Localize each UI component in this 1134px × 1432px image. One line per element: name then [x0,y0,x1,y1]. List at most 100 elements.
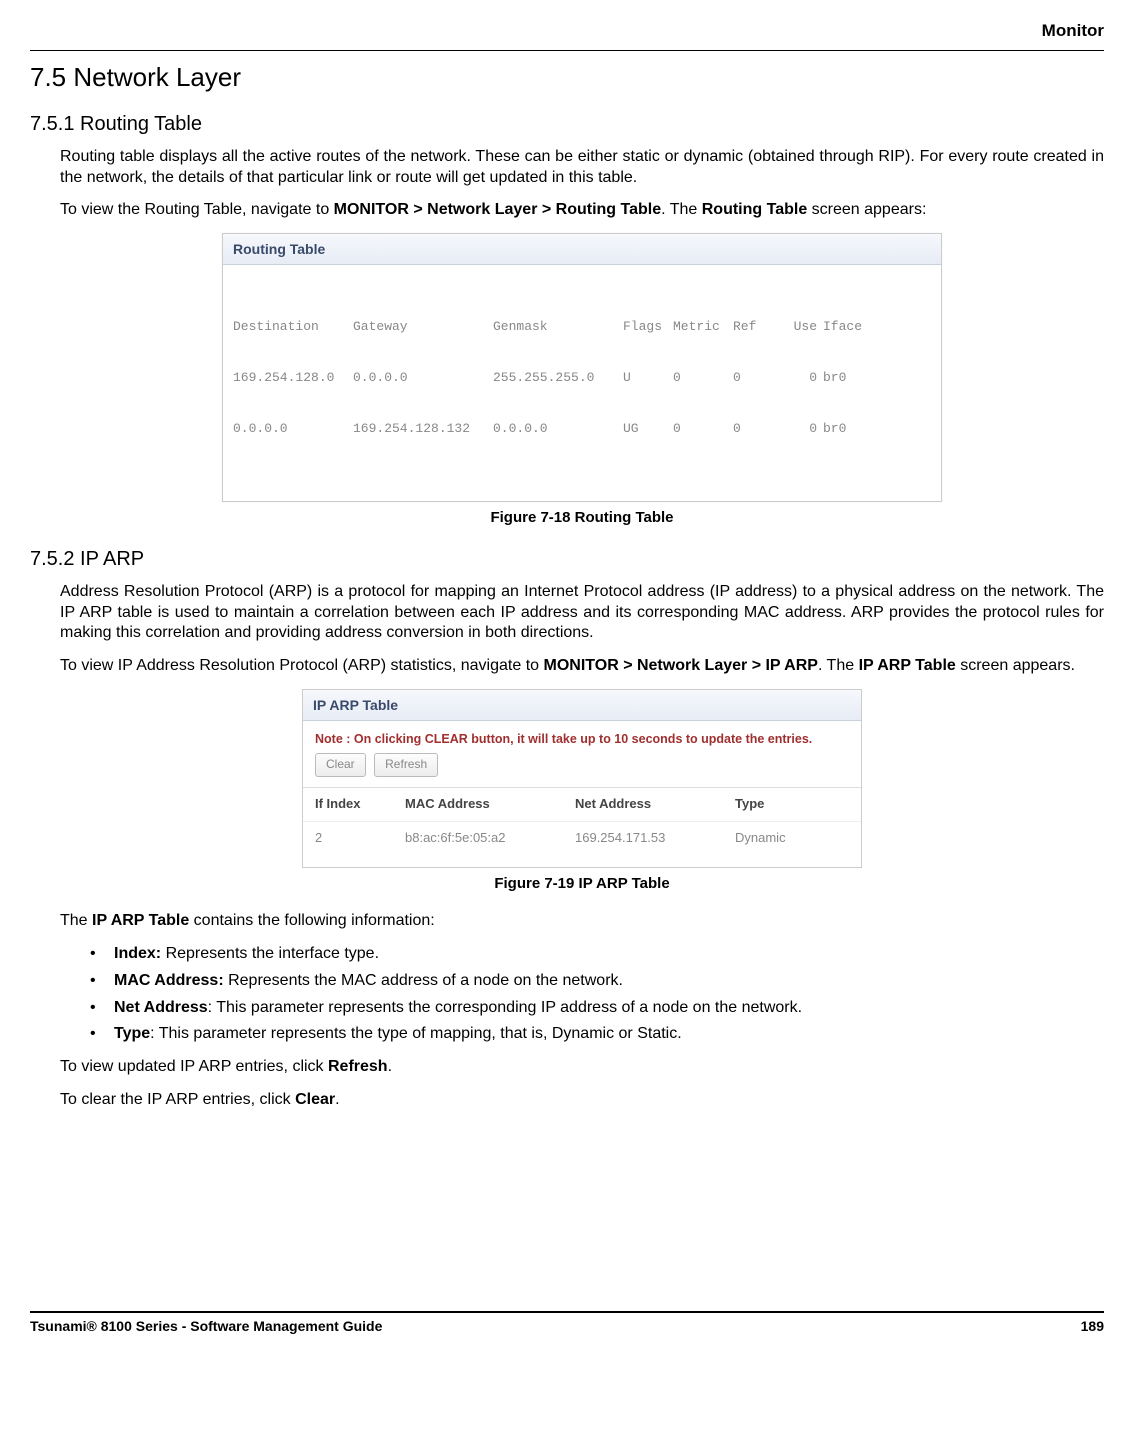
cell: 169.254.171.53 [575,830,735,847]
cell: 0.0.0.0 [493,421,623,438]
cell: 0 [733,421,778,438]
field-name: MAC Address: [114,972,224,989]
cell: UG [623,421,673,438]
section-title: 7.5 Network Layer [30,61,1104,95]
footer-rule [30,1311,1104,1313]
refresh-button[interactable]: Refresh [374,753,438,777]
arp-button-row: Clear Refresh [303,753,861,787]
cell: 169.254.128.0 [233,370,353,387]
arp-field-list: •Index: Represents the interface type. •… [90,944,1104,1045]
text: screen appears. [956,657,1075,674]
field-name: Index: [114,945,161,962]
field-desc: Represents the interface type. [161,945,379,962]
cell: Dynamic [735,830,835,847]
col-gateway: Gateway [353,319,493,336]
nav-path: MONITOR > Network Layer > Routing Table [334,201,661,218]
routing-desc-2: To view the Routing Table, navigate to M… [60,200,1104,221]
list-item: •Type: This parameter represents the typ… [90,1024,1104,1045]
routing-panel-title: Routing Table [223,234,941,265]
subsection-1-title: 7.5.1 Routing Table [30,111,1104,137]
footer-doc-title: Tsunami® 8100 Series - Software Manageme… [30,1317,382,1335]
list-item: •Net Address: This parameter represents … [90,998,1104,1019]
cell: 0 [778,421,823,438]
figure-caption-arp: Figure 7-19 IP ARP Table [60,874,1104,894]
arp-contains-intro: The IP ARP Table contains the following … [60,911,1104,932]
col-net-address: Net Address [575,796,735,813]
text: . The [661,201,702,218]
cell: 2 [315,830,405,847]
cell: b8:ac:6f:5e:05:a2 [405,830,575,847]
col-iface: Iface [823,319,873,336]
routing-row: 0.0.0.0169.254.128.1320.0.0.0UG000br0 [233,421,931,438]
col-use: Use [778,319,823,336]
cell: br0 [823,370,873,387]
col-mac-address: MAC Address [405,796,575,813]
text: screen appears: [807,201,926,218]
field-desc: : This parameter represents the correspo… [208,999,802,1016]
list-item: •Index: Represents the interface type. [90,944,1104,965]
col-type: Type [735,796,835,813]
text: . [335,1091,339,1108]
screen-name: Routing Table [702,201,807,218]
routing-header-row: DestinationGatewayGenmaskFlagsMetricRefU… [233,319,931,336]
field-name: Type [114,1025,150,1042]
page-footer: Tsunami® 8100 Series - Software Manageme… [30,1311,1104,1335]
arp-panel: IP ARP Table Note : On clicking CLEAR bu… [302,689,862,868]
screen-name: IP ARP Table [859,657,956,674]
col-ref: Ref [733,319,778,336]
page-header-section: Monitor [30,20,1104,42]
bullet-icon: • [90,998,114,1019]
figure-caption-routing: Figure 7-18 Routing Table [60,508,1104,528]
arp-desc-2: To view IP Address Resolution Protocol (… [60,656,1104,677]
refresh-instruction: To view updated IP ARP entries, click Re… [60,1057,1104,1078]
cell: 0 [673,421,733,438]
field-desc: Represents the MAC address of a node on … [224,972,623,989]
text: To view IP Address Resolution Protocol (… [60,657,543,674]
routing-row: 169.254.128.00.0.0.0255.255.255.0U000br0 [233,370,931,387]
bullet-icon: • [90,971,114,992]
text: To view updated IP ARP entries, click [60,1058,328,1075]
cell: 169.254.128.132 [353,421,493,438]
arp-note: Note : On clicking CLEAR button, it will… [303,721,861,753]
text: The [60,912,92,929]
col-flags: Flags [623,319,673,336]
arp-row: 2 b8:ac:6f:5e:05:a2 169.254.171.53 Dynam… [303,821,861,867]
cell: br0 [823,421,873,438]
text: . The [818,657,859,674]
text: To clear the IP ARP entries, click [60,1091,295,1108]
cell: U [623,370,673,387]
clear-instruction: To clear the IP ARP entries, click Clear… [60,1090,1104,1111]
action-name: Refresh [328,1058,388,1075]
bullet-icon: • [90,1024,114,1045]
col-genmask: Genmask [493,319,623,336]
cell: 0.0.0.0 [353,370,493,387]
routing-desc-1: Routing table displays all the active ro… [60,147,1104,189]
routing-panel-body: DestinationGatewayGenmaskFlagsMetricRefU… [223,265,941,501]
cell: 255.255.255.0 [493,370,623,387]
col-destination: Destination [233,319,353,336]
col-if-index: If Index [315,796,405,813]
cell: 0.0.0.0 [233,421,353,438]
header-rule [30,50,1104,51]
field-desc: : This parameter represents the type of … [150,1025,682,1042]
list-item: •MAC Address: Represents the MAC address… [90,971,1104,992]
bullet-icon: • [90,944,114,965]
cell: 0 [673,370,733,387]
routing-panel: Routing Table DestinationGatewayGenmaskF… [222,233,942,502]
figure-routing-table: Routing Table DestinationGatewayGenmaskF… [60,233,1104,527]
subsection-2-title: 7.5.2 IP ARP [30,546,1104,572]
action-name: Clear [295,1091,335,1108]
table-name: IP ARP Table [92,912,189,929]
text: . [388,1058,392,1075]
field-name: Net Address [114,999,208,1016]
cell: 0 [778,370,823,387]
arp-desc-1: Address Resolution Protocol (ARP) is a p… [60,582,1104,644]
cell: 0 [733,370,778,387]
footer-page-number: 189 [1081,1317,1104,1335]
figure-ip-arp-table: IP ARP Table Note : On clicking CLEAR bu… [60,689,1104,893]
arp-panel-title: IP ARP Table [303,690,861,721]
arp-header-row: If Index MAC Address Net Address Type [303,787,861,821]
col-metric: Metric [673,319,733,336]
clear-button[interactable]: Clear [315,753,366,777]
text: contains the following information: [189,912,434,929]
